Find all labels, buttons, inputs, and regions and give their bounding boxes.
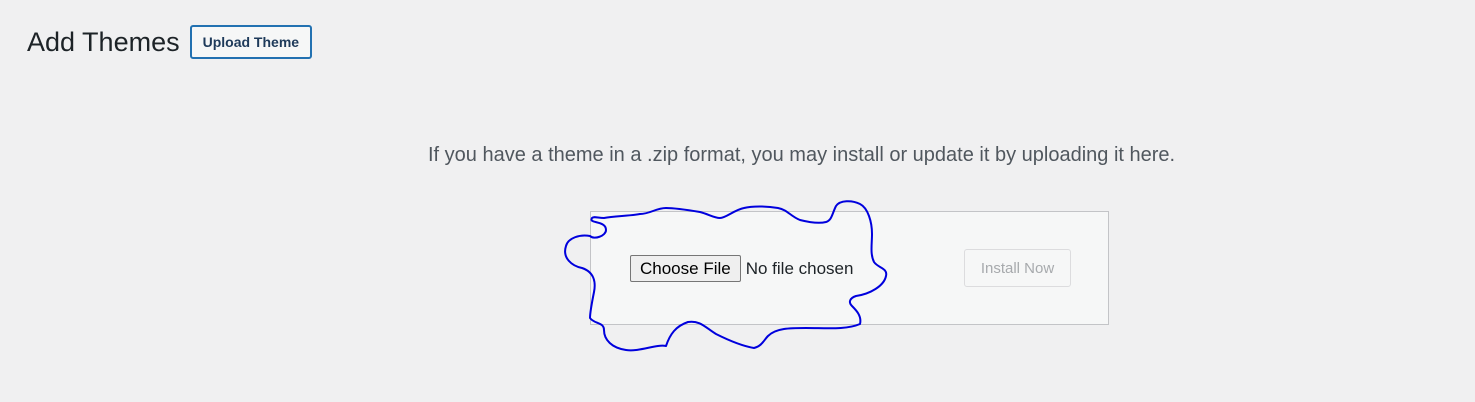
add-themes-page: Add Themes Upload Theme If you have a th… [0, 0, 1475, 402]
choose-file-button[interactable]: Choose File [630, 255, 741, 282]
hand-drawn-annotation [564, 200, 888, 352]
upload-theme-button[interactable]: Upload Theme [189, 25, 313, 59]
file-status-text: No file chosen [745, 258, 854, 278]
upload-form: Choose File No file chosen Install Now [590, 211, 1109, 325]
page-title: Add Themes [27, 27, 180, 57]
file-input[interactable]: Choose File No file chosen [630, 255, 853, 282]
install-now-button[interactable]: Install Now [964, 249, 1071, 287]
upload-instruction: If you have a theme in a .zip format, yo… [428, 144, 1176, 166]
page-header: Add Themes Upload Theme [27, 24, 313, 60]
